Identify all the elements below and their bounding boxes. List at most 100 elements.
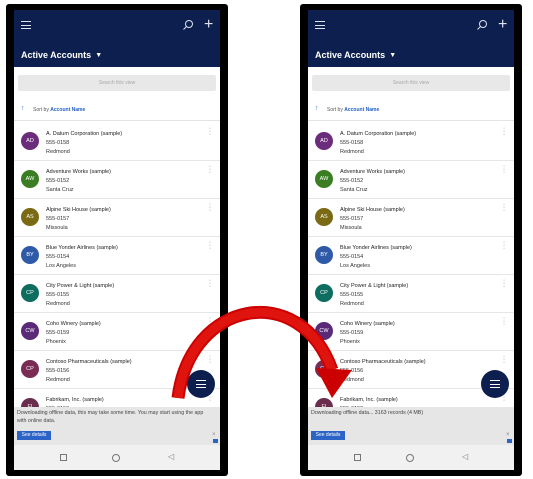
list-item[interactable]: BY Blue Yonder Airlines (sample) 555-015… [308,237,514,275]
account-phone: 555-0155 [340,292,364,298]
sort-bar[interactable]: ↑ Sort by Account Name [14,101,220,121]
list-menu-button[interactable] [481,370,509,398]
more-vertical-icon[interactable]: ··· [207,353,213,366]
more-vertical-icon[interactable]: ··· [501,163,507,176]
list-item[interactable]: CP City Power & Light (sample) 555-0155 … [14,275,220,313]
list-item[interactable]: AS Alpine Ski House (sample) 555-0157 Mi… [308,199,514,237]
more-vertical-icon[interactable]: ··· [207,277,213,290]
avatar: BY [21,246,39,264]
search-input[interactable]: Search this view [312,75,510,91]
notification-badge-icon [507,439,512,443]
account-name: A. Datum Corporation (sample) [340,131,417,137]
more-vertical-icon[interactable]: ··· [207,163,213,176]
square-icon[interactable] [354,454,361,461]
avatar: AW [21,170,39,188]
search-input[interactable]: Search this view [18,75,216,91]
list-menu-button[interactable] [187,370,215,398]
close-icon[interactable]: × [506,432,510,438]
account-phone: 555-0158 [46,140,70,146]
sort-bar[interactable]: ↑ Sort by Account Name [308,101,514,121]
avatar: CW [21,322,39,340]
view-title: Active Accounts [21,50,92,60]
account-phone: 555-0158 [340,140,364,146]
avatar: AD [21,132,39,150]
account-phone: 555-0152 [340,178,364,184]
account-phone: 555-0157 [340,216,364,222]
plus-icon[interactable]: + [498,17,507,33]
list-menu-icon [196,380,206,388]
hamburger-icon[interactable] [315,21,325,29]
see-details-button[interactable]: See details [311,431,345,440]
phone-screen: + Active Accounts ▼ Search this view ↑ So… [308,10,514,470]
account-phone: 555-0159 [340,330,364,336]
phone-screen: + Active Accounts ▼ Search this view ↑ So… [14,10,220,470]
triangle-back-icon[interactable]: ◁ [462,452,468,461]
avatar: AS [21,208,39,226]
sort-field[interactable]: Account Name [344,107,379,113]
circle-icon[interactable] [406,454,414,462]
more-vertical-icon[interactable]: ··· [501,201,507,214]
account-city: Phoenix [46,339,66,345]
view-selector[interactable]: Active Accounts ▼ [21,50,102,60]
account-city: Los Angeles [340,263,370,269]
phone-right: + Active Accounts ▼ Search this view ↑ So… [300,4,522,476]
account-city: Redmond [340,149,364,155]
list-item[interactable]: CW Coho Winery (sample) 555-0159 Phoenix… [14,313,220,351]
list-item[interactable]: AW Adventure Works (sample) 555-0152 San… [14,161,220,199]
more-vertical-icon[interactable]: ··· [501,353,507,366]
account-phone: 555-0152 [46,178,70,184]
hamburger-icon[interactable] [21,21,31,29]
list-item[interactable]: AD A. Datum Corporation (sample) 555-015… [14,123,220,161]
view-selector[interactable]: Active Accounts ▼ [315,50,396,60]
avatar: AS [315,208,333,226]
list-item[interactable]: BY Blue Yonder Airlines (sample) 555-015… [14,237,220,275]
more-vertical-icon[interactable]: ··· [501,315,507,328]
account-phone: 555-0159 [46,330,70,336]
account-name: Contoso Pharmaceuticals (sample) [340,359,426,365]
plus-icon[interactable]: + [204,17,213,33]
list-item[interactable]: CW Coho Winery (sample) 555-0159 Phoenix… [308,313,514,351]
account-name: Contoso Pharmaceuticals (sample) [46,359,132,365]
android-nav-bar: ◁ [308,445,514,470]
list-item[interactable]: CP City Power & Light (sample) 555-0155 … [308,275,514,313]
see-details-button[interactable]: See details [17,431,51,440]
sort-arrow-icon: ↑ [315,105,319,112]
more-vertical-icon[interactable]: ··· [501,277,507,290]
more-vertical-icon[interactable]: ··· [501,239,507,252]
sort-field[interactable]: Account Name [50,107,85,113]
account-list-area: Search this view ↑ Sort by Account Name … [14,67,220,427]
more-vertical-icon[interactable]: ··· [207,201,213,214]
account-city: Los Angeles [46,263,76,269]
phone-left: + Active Accounts ▼ Search this view ↑ So… [6,4,228,476]
account-phone: 555-0156 [46,368,70,374]
square-icon[interactable] [60,454,67,461]
triangle-back-icon[interactable]: ◁ [168,452,174,461]
account-name: Fabrikam, Inc. (sample) [340,397,398,403]
account-city: Phoenix [340,339,360,345]
account-name: Alpine Ski House (sample) [46,207,111,213]
account-name: Adventure Works (sample) [340,169,406,175]
avatar: AW [315,170,333,188]
list-item[interactable]: AD A. Datum Corporation (sample) 555-015… [308,123,514,161]
account-name: Alpine Ski House (sample) [340,207,405,213]
list-item[interactable]: AW Adventure Works (sample) 555-0152 San… [308,161,514,199]
account-name: A. Datum Corporation (sample) [46,131,123,137]
avatar: CP [315,284,333,302]
account-name: Coho Winery (sample) [340,321,395,327]
account-name: City Power & Light (sample) [46,283,115,289]
search-icon[interactable] [182,19,194,31]
more-vertical-icon[interactable]: ··· [207,315,213,328]
circle-icon[interactable] [112,454,120,462]
account-city: Redmond [340,377,364,383]
more-vertical-icon[interactable]: ··· [501,125,507,138]
more-vertical-icon[interactable]: ··· [207,239,213,252]
list-item[interactable]: AS Alpine Ski House (sample) 555-0157 Mi… [14,199,220,237]
search-icon[interactable] [476,19,488,31]
close-icon[interactable]: × [212,432,216,438]
more-vertical-icon[interactable]: ··· [207,125,213,138]
app-bar: + Active Accounts ▼ [308,10,514,67]
account-city: Santa Cruz [46,187,74,193]
notification-badge-icon [213,439,218,443]
list-menu-icon [490,380,500,388]
view-title: Active Accounts [315,50,386,60]
